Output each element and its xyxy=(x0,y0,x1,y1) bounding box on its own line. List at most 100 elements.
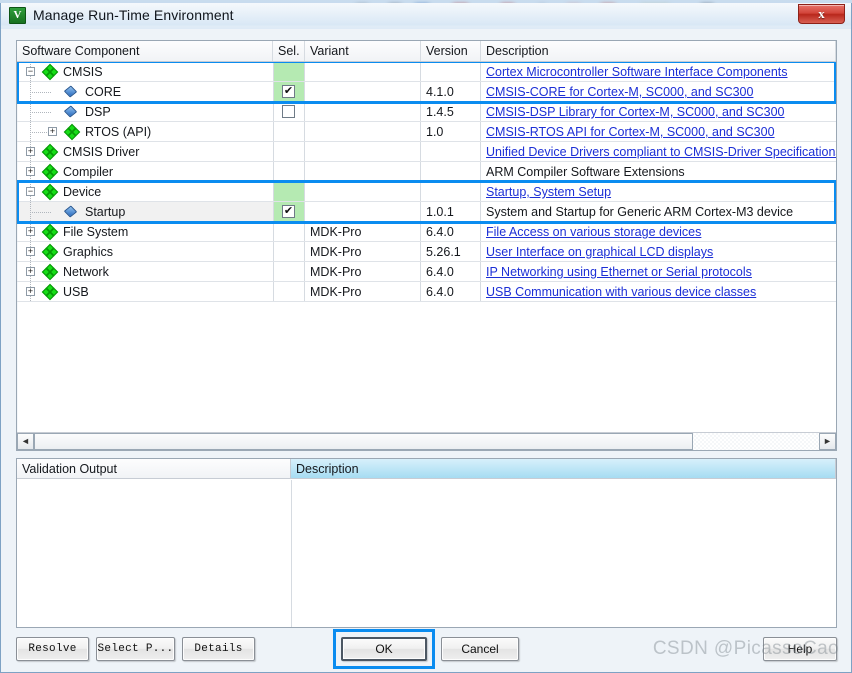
component-name-cell[interactable]: + File System xyxy=(17,222,273,242)
column-header-name[interactable]: Software Component xyxy=(17,41,273,61)
software-pack-icon xyxy=(41,223,59,241)
select-cell[interactable] xyxy=(273,62,305,82)
select-cell[interactable] xyxy=(273,222,305,242)
checkbox-unchecked[interactable] xyxy=(282,105,295,118)
tree-row[interactable]: DSP 1.4.5 CMSIS-DSP Library for Cortex-M, … xyxy=(17,102,836,122)
tree-row[interactable]: − CMSIS Cortex Microcontroller Software In… xyxy=(17,62,836,82)
tree-line xyxy=(30,92,52,93)
tree-row[interactable]: + USB MDK-Pro 6.4.0 USB Communication with v… xyxy=(17,282,836,302)
description-link[interactable]: IP Networking using Ethernet or Serial p… xyxy=(486,265,752,279)
checkbox-checked[interactable]: ✔ xyxy=(282,205,295,218)
description-link[interactable]: CMSIS-CORE for Cortex-M, SC000, and SC30… xyxy=(486,85,753,99)
help-button[interactable]: Help xyxy=(763,637,837,661)
select-cell[interactable]: ✔ xyxy=(273,202,305,222)
software-pack-icon xyxy=(41,143,59,161)
column-header-sel[interactable]: Sel. xyxy=(273,41,305,61)
version-cell xyxy=(421,162,481,182)
software-pack-icon xyxy=(41,63,59,81)
software-component-icon xyxy=(63,105,78,118)
tree-horizontal-scrollbar[interactable]: ◄ ► xyxy=(17,432,836,450)
expand-node-icon[interactable]: + xyxy=(26,167,35,176)
description-link[interactable]: User Interface on graphical LCD displays xyxy=(486,245,713,259)
collapse-node-icon[interactable]: − xyxy=(26,67,35,76)
validation-column-header-1[interactable]: Description xyxy=(291,459,836,479)
collapse-node-icon[interactable]: − xyxy=(26,187,35,196)
validation-output-panel[interactable]: Validation Output Description xyxy=(16,458,837,628)
select-cell[interactable] xyxy=(273,282,305,302)
component-name-cell[interactable]: + Compiler xyxy=(17,162,273,182)
description-link[interactable]: CMSIS-DSP Library for Cortex-M, SC000, a… xyxy=(486,105,785,119)
component-name-cell[interactable]: + RTOS (API) xyxy=(17,122,273,142)
software-component-tree[interactable]: Software Component Sel. Variant Version Desc… xyxy=(16,40,837,451)
details-button[interactable]: Details xyxy=(182,637,255,661)
description-link[interactable]: File Access on various storage devices xyxy=(486,225,701,239)
tree-row[interactable]: CORE ✔ 4.1.0 CMSIS-CORE for Cortex-M, SC000… xyxy=(17,82,836,102)
description-cell[interactable]: Startup, System Setup xyxy=(481,182,836,202)
window-title: Manage Run-Time Environment xyxy=(33,7,234,23)
component-name-cell[interactable]: + Network xyxy=(17,262,273,282)
select-cell[interactable] xyxy=(273,102,305,122)
tree-row[interactable]: + RTOS (API) 1.0 CMSIS-RTOS API for Cortex-… xyxy=(17,122,836,142)
select-cell[interactable] xyxy=(273,162,305,182)
select-cell[interactable]: ✔ xyxy=(273,82,305,102)
component-name-cell[interactable]: DSP xyxy=(17,102,273,122)
component-name-cell[interactable]: + USB xyxy=(17,282,273,302)
tree-row[interactable]: Startup ✔ 1.0.1 System and Startup for Gene… xyxy=(17,202,836,222)
column-header-variant[interactable]: Variant xyxy=(305,41,421,61)
description-link[interactable]: Startup, System Setup xyxy=(486,185,611,199)
select-cell[interactable] xyxy=(273,182,305,202)
scroll-left-arrow-icon[interactable]: ◄ xyxy=(17,433,34,450)
description-link[interactable]: Unified Device Drivers compliant to CMSI… xyxy=(486,145,836,159)
scrollbar-track[interactable] xyxy=(34,433,819,450)
description-cell[interactable]: Cortex Microcontroller Software Interfac… xyxy=(481,62,836,82)
scrollbar-thumb[interactable] xyxy=(34,433,694,450)
cancel-button[interactable]: Cancel xyxy=(441,637,519,661)
component-name-cell[interactable]: Startup xyxy=(17,202,273,222)
description-cell[interactable]: Unified Device Drivers compliant to CMSI… xyxy=(481,142,836,162)
close-button[interactable]: x xyxy=(798,4,845,24)
component-name-cell[interactable]: + Graphics xyxy=(17,242,273,262)
component-label: Device xyxy=(63,185,102,199)
tree-row[interactable]: + Graphics MDK-Pro 5.26.1 User Interface on … xyxy=(17,242,836,262)
component-name-cell[interactable]: − Device xyxy=(17,182,273,202)
version-cell: 6.4.0 xyxy=(421,222,481,242)
description-cell[interactable]: IP Networking using Ethernet or Serial p… xyxy=(481,262,836,282)
description-cell[interactable]: USB Communication with various device cl… xyxy=(481,282,836,302)
select-cell[interactable] xyxy=(273,142,305,162)
column-header-version[interactable]: Version xyxy=(421,41,481,61)
expand-node-icon[interactable]: + xyxy=(26,227,35,236)
component-name-cell[interactable]: − CMSIS xyxy=(17,62,273,82)
description-cell[interactable]: CMSIS-CORE for Cortex-M, SC000, and SC30… xyxy=(481,82,836,102)
ok-button[interactable]: OK xyxy=(341,637,427,661)
column-header-desc[interactable]: Description xyxy=(481,41,836,61)
tree-row[interactable]: + File System MDK-Pro 6.4.0 File Access on v… xyxy=(17,222,836,242)
description-link[interactable]: Cortex Microcontroller Software Interfac… xyxy=(486,65,788,79)
tree-row[interactable]: − Device Startup, System Setup xyxy=(17,182,836,202)
tree-row[interactable]: + Compiler ARM Compiler Software Extension… xyxy=(17,162,836,182)
expand-node-icon[interactable]: + xyxy=(48,127,57,136)
scroll-right-arrow-icon[interactable]: ► xyxy=(819,433,836,450)
description-cell[interactable]: File Access on various storage devices xyxy=(481,222,836,242)
component-name-cell[interactable]: CORE xyxy=(17,82,273,102)
resolve-button[interactable]: Resolve xyxy=(16,637,89,661)
description-cell[interactable]: CMSIS-RTOS API for Cortex-M, SC000, and … xyxy=(481,122,836,142)
component-label: USB xyxy=(63,285,89,299)
description-cell[interactable]: CMSIS-DSP Library for Cortex-M, SC000, a… xyxy=(481,102,836,122)
select-p-button[interactable]: Select P... xyxy=(96,637,175,661)
description-cell[interactable]: User Interface on graphical LCD displays xyxy=(481,242,836,262)
description-link[interactable]: USB Communication with various device cl… xyxy=(486,285,756,299)
select-cell[interactable] xyxy=(273,262,305,282)
expand-node-icon[interactable]: + xyxy=(26,247,35,256)
select-cell[interactable] xyxy=(273,242,305,262)
tree-rows-container[interactable]: − CMSIS Cortex Microcontroller Software In… xyxy=(17,62,836,430)
tree-row[interactable]: + Network MDK-Pro 6.4.0 IP Networking using … xyxy=(17,262,836,282)
select-cell[interactable] xyxy=(273,122,305,142)
component-name-cell[interactable]: + CMSIS Driver xyxy=(17,142,273,162)
expand-node-icon[interactable]: + xyxy=(26,147,35,156)
validation-column-header-0[interactable]: Validation Output xyxy=(17,459,291,479)
expand-node-icon[interactable]: + xyxy=(26,287,35,296)
checkbox-checked[interactable]: ✔ xyxy=(282,85,295,98)
description-link[interactable]: CMSIS-RTOS API for Cortex-M, SC000, and … xyxy=(486,125,775,139)
expand-node-icon[interactable]: + xyxy=(26,267,35,276)
tree-row[interactable]: + CMSIS Driver Unified Device Drivers comp… xyxy=(17,142,836,162)
